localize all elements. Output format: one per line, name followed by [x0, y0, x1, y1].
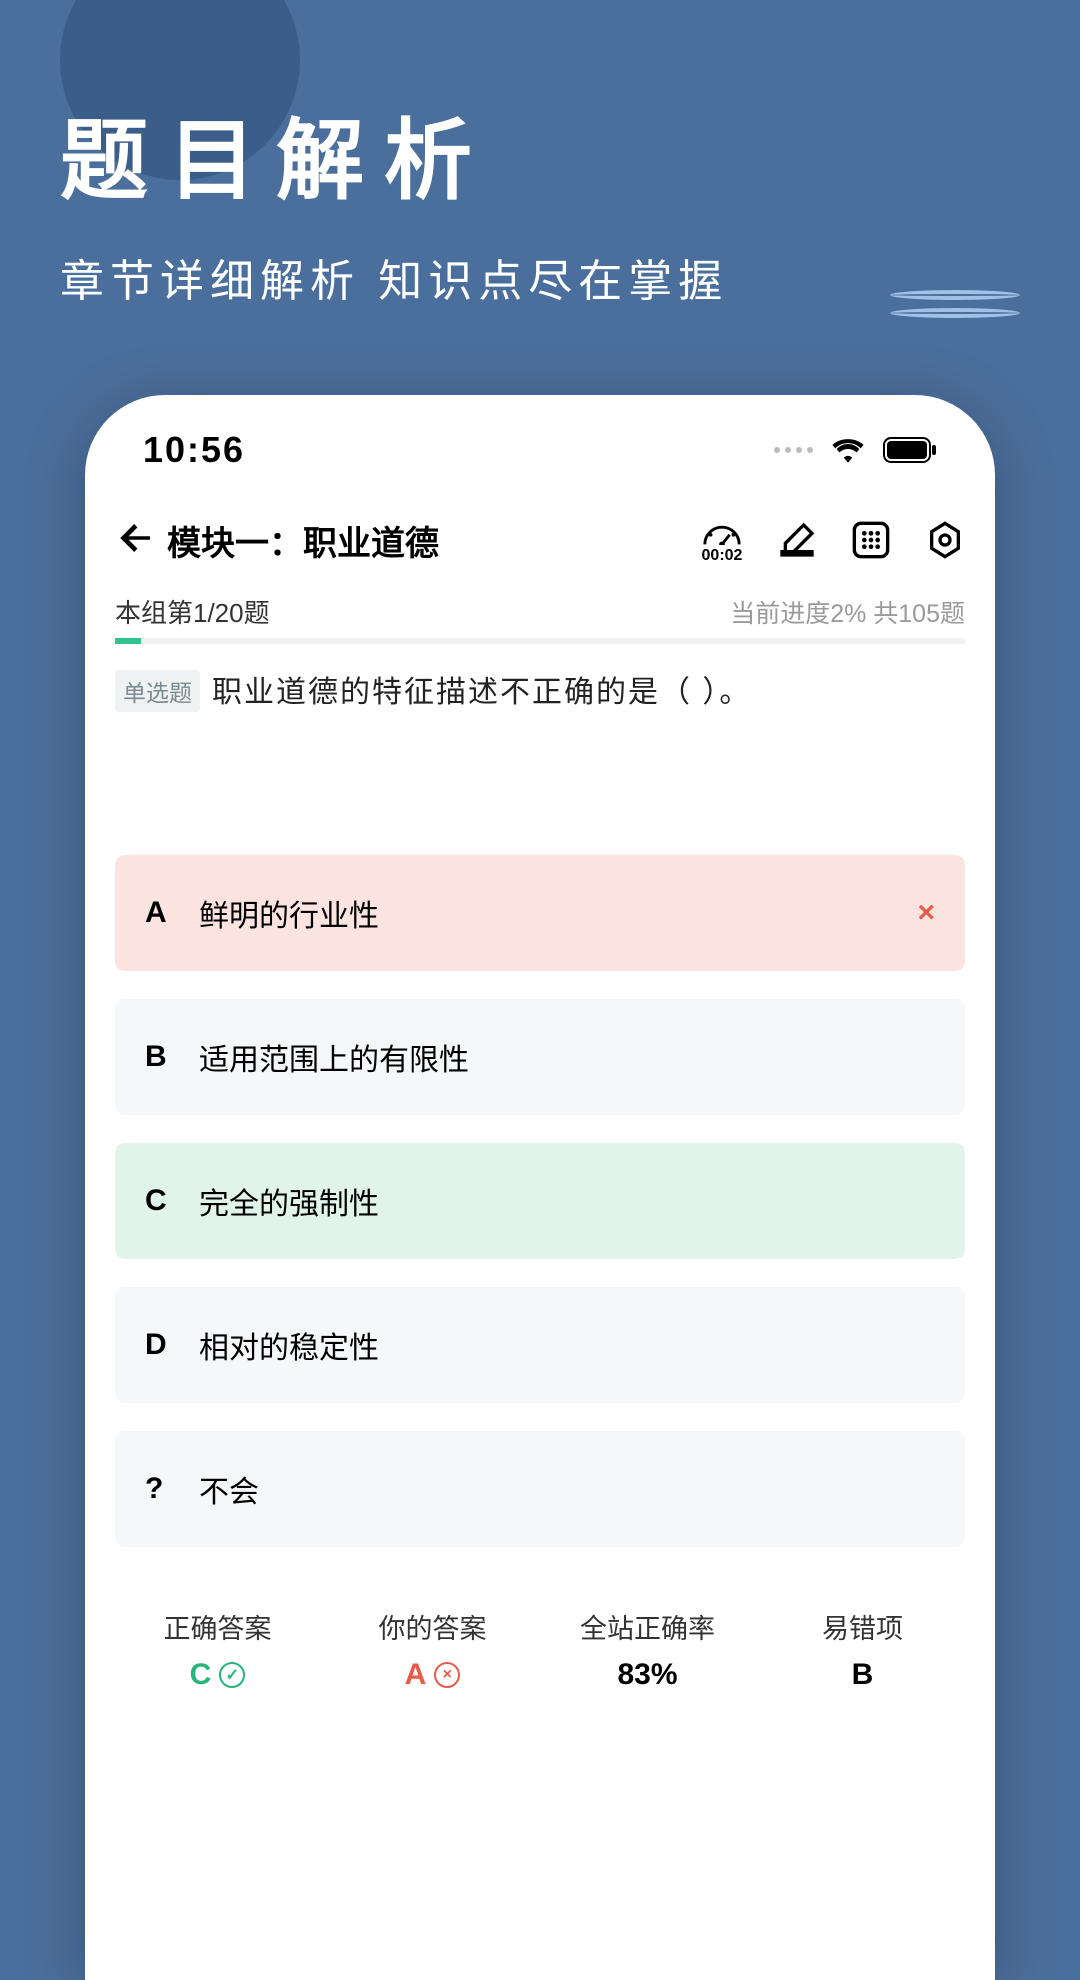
option-letter: ? — [145, 1472, 177, 1506]
your-answer-value: A — [405, 1658, 427, 1692]
correct-answer-label: 正确答案 — [115, 1607, 320, 1646]
edit-icon[interactable] — [777, 520, 817, 560]
grid-icon[interactable] — [851, 520, 891, 560]
back-icon[interactable] — [115, 517, 157, 564]
confusion-value: B — [760, 1658, 965, 1692]
settings-icon[interactable] — [925, 520, 965, 560]
progress-fill — [115, 638, 141, 644]
your-answer-label: 你的答案 — [330, 1607, 535, 1646]
question-block: 单选题 职业道德的特征描述不正确的是（ ）。 — [85, 670, 995, 715]
option-b[interactable]: B 适用范围上的有限性 — [115, 999, 965, 1115]
option-text: 相对的稳定性 — [199, 1323, 379, 1367]
option-text: 不会 — [199, 1467, 259, 1511]
wifi-icon — [831, 437, 865, 463]
hero-subtitle: 章节详细解析 知识点尽在掌握 — [60, 245, 1020, 309]
status-time: 10:56 — [143, 429, 245, 471]
option-letter: D — [145, 1328, 177, 1362]
option-letter: B — [145, 1040, 177, 1074]
option-letter: C — [145, 1184, 177, 1218]
option-a[interactable]: A 鲜明的行业性 × — [115, 855, 965, 971]
question-type-tag: 单选题 — [115, 670, 200, 712]
phone-frame: 10:56 模块一：职业道德 00:02 — [85, 395, 995, 1980]
options-list: A 鲜明的行业性 × B 适用范围上的有限性 C 完全的强制性 D 相对的稳定性… — [85, 715, 995, 1547]
option-unknown[interactable]: ? 不会 — [115, 1431, 965, 1547]
question-text: 职业道德的特征描述不正确的是（ ）。 — [212, 670, 751, 715]
confusion-label: 易错项 — [760, 1607, 965, 1646]
battery-icon — [883, 437, 937, 463]
answer-summary: 正确答案 C ✓ 你的答案 A × 全站正确率 83% 易错项 B — [85, 1607, 995, 1692]
site-accuracy-col: 全站正确率 83% — [545, 1607, 750, 1692]
confusion-col: 易错项 B — [760, 1607, 965, 1692]
check-icon: ✓ — [219, 1662, 245, 1688]
correct-answer-col: 正确答案 C ✓ — [115, 1607, 320, 1692]
site-accuracy-label: 全站正确率 — [545, 1607, 750, 1646]
option-text: 鲜明的行业性 — [199, 891, 379, 935]
hero-title: 题目解析 — [60, 90, 1020, 217]
option-d[interactable]: D 相对的稳定性 — [115, 1287, 965, 1403]
your-answer-col: 你的答案 A × — [330, 1607, 535, 1692]
progress-left-text: 本组第1/20题 — [115, 593, 270, 630]
correct-answer-value: C — [190, 1658, 212, 1692]
option-c[interactable]: C 完全的强制性 — [115, 1143, 965, 1259]
wave-decoration — [890, 290, 1020, 318]
option-text: 完全的强制性 — [199, 1179, 379, 1223]
option-text: 适用范围上的有限性 — [199, 1035, 469, 1079]
option-letter: A — [145, 896, 177, 930]
progress-row: 本组第1/20题 当前进度2% 共105题 — [85, 583, 995, 638]
page-title: 模块一：职业道德 — [167, 516, 439, 565]
signal-dots-icon — [774, 447, 813, 453]
timer-value: 00:02 — [702, 547, 743, 565]
timer-icon[interactable]: 00:02 — [701, 515, 743, 565]
cross-icon: × — [434, 1662, 460, 1688]
progress-right-text: 当前进度2% 共105题 — [730, 594, 965, 630]
progress-track — [115, 638, 965, 644]
wrong-mark-icon: × — [917, 896, 935, 930]
status-bar: 10:56 — [85, 395, 995, 489]
site-accuracy-value: 83% — [545, 1658, 750, 1692]
app-bar: 模块一：职业道德 00:02 — [85, 489, 995, 583]
